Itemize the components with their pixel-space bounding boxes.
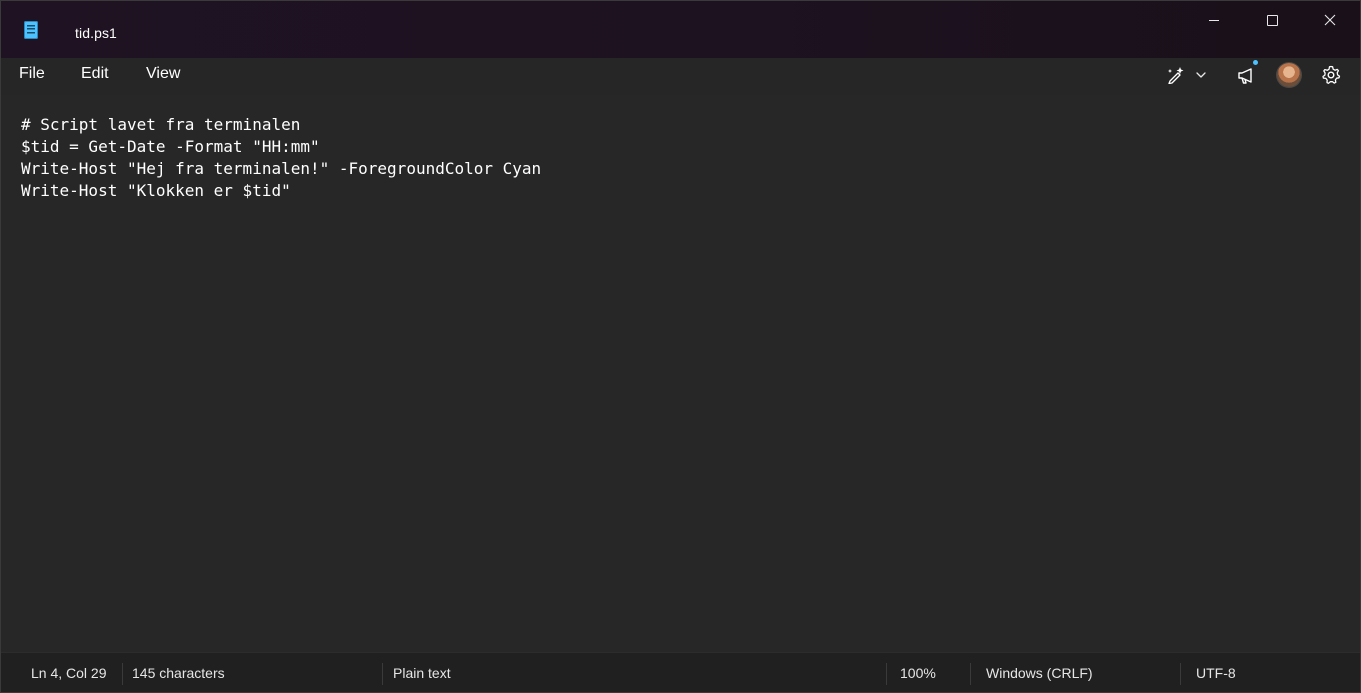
whats-new-button[interactable]: [1233, 60, 1261, 89]
editor-line: $tid = Get-Date -Format "HH:mm": [21, 137, 320, 156]
app-icon-area: [1, 7, 61, 52]
close-icon: [1324, 14, 1336, 26]
menu-bar: File Edit View: [1, 58, 1360, 95]
menu-edit[interactable]: Edit: [81, 65, 109, 89]
editor-content[interactable]: # Script lavet fra terminalen $tid = Get-…: [21, 114, 541, 202]
zoom-level[interactable]: 100%: [900, 664, 936, 682]
character-count: 145 characters: [132, 665, 225, 681]
megaphone-icon: [1238, 68, 1252, 84]
close-button[interactable]: [1301, 1, 1359, 39]
encoding[interactable]: UTF-8: [1196, 664, 1236, 682]
status-divider: [970, 663, 971, 685]
gear-icon: [1322, 65, 1341, 84]
status-divider: [1180, 663, 1181, 685]
avatar: [1277, 63, 1301, 87]
maximize-icon: [1266, 14, 1278, 26]
copilot-pen-sparkle-icon: [1168, 67, 1184, 84]
maximize-button[interactable]: [1243, 1, 1301, 39]
status-divider: [122, 663, 123, 685]
status-divider: [886, 663, 887, 685]
editor-line: Write-Host "Hej fra terminalen!" -Foregr…: [21, 159, 542, 178]
settings-button[interactable]: [1317, 61, 1345, 89]
title-bar[interactable]: tid.ps1: [1, 1, 1360, 58]
notepad-window: tid.ps1 File Edit View # Script lavet fr…: [0, 0, 1361, 693]
text-editor[interactable]: # Script lavet fra terminalen $tid = Get-…: [1, 95, 1360, 652]
editor-line: # Script lavet fra terminalen: [21, 115, 301, 134]
editor-line: Write-Host "Klokken er $tid": [21, 181, 291, 200]
copilot-button[interactable]: [1161, 61, 1213, 89]
menu-file[interactable]: File: [19, 65, 45, 89]
line-ending[interactable]: Windows (CRLF): [986, 664, 1093, 682]
menu-view[interactable]: View: [146, 65, 180, 89]
status-divider: [382, 663, 383, 685]
cursor-position[interactable]: Ln 4, Col 29: [31, 664, 107, 682]
minimize-icon: [1209, 19, 1219, 21]
minimize-button[interactable]: [1185, 1, 1243, 39]
status-bar: Ln 4, Col 29 145 characters Plain text 1…: [1, 652, 1360, 692]
notification-dot: [1253, 60, 1258, 65]
account-button[interactable]: [1275, 61, 1303, 89]
chevron-down-icon: [1196, 72, 1206, 78]
tab-title[interactable]: tid.ps1: [75, 25, 117, 41]
notepad-icon: [24, 20, 38, 39]
text-format[interactable]: Plain text: [393, 664, 451, 682]
